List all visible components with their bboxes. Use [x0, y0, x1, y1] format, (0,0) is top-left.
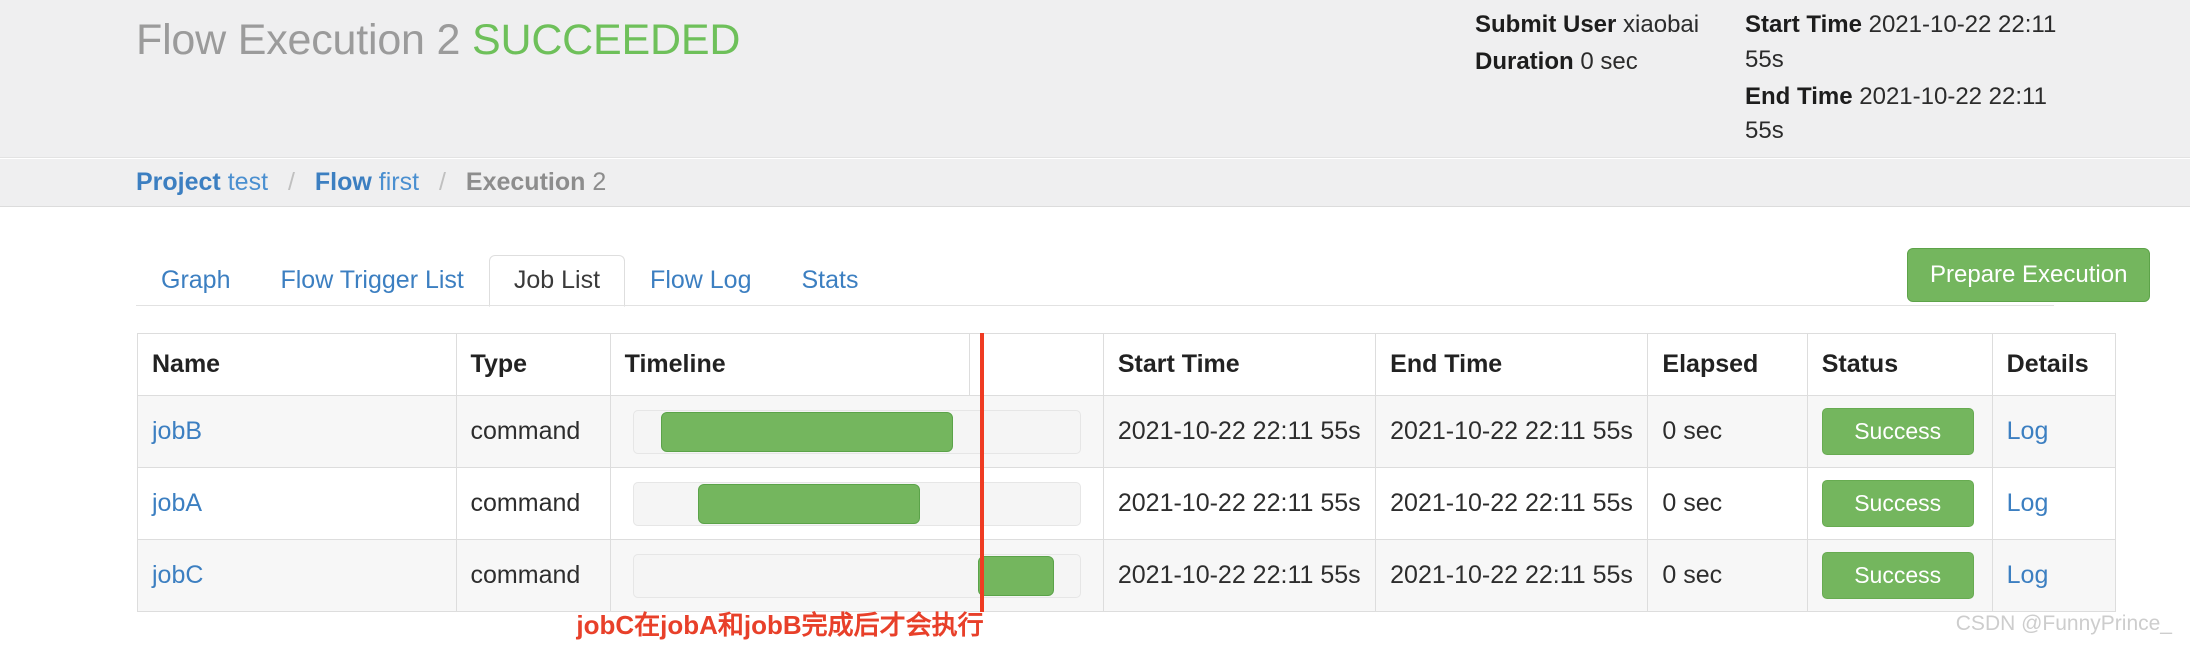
timeline-track — [632, 553, 1081, 598]
breadcrumb-execution-label: Execution — [465, 168, 586, 196]
cell-start-time: 2021-10-22 22:11 55s — [1102, 467, 1377, 540]
cell-job-name: jobC — [137, 539, 457, 612]
column-header-type[interactable]: Type — [455, 333, 611, 396]
column-header-timeline[interactable]: Timeline — [609, 333, 971, 396]
cell-details: Log — [1991, 395, 2117, 468]
breadcrumb-project-label: Project — [136, 168, 221, 196]
breadcrumb-separator-2: / — [439, 168, 446, 196]
end-time-label: End Time — [1745, 82, 1853, 110]
breadcrumb-flow-value: first — [378, 168, 420, 196]
column-header-start-time[interactable]: Start Time — [1102, 333, 1377, 396]
cell-timeline — [609, 467, 1104, 540]
column-header-name[interactable]: Name — [137, 333, 457, 396]
job-name-link[interactable]: jobC — [152, 561, 203, 589]
job-list-container: Name Type Timeline Start Time End Time E… — [137, 333, 2117, 612]
job-log-link[interactable]: Log — [2007, 489, 2049, 517]
timeline-bar[interactable] — [978, 555, 1054, 596]
status-badge: Success — [1821, 480, 1974, 527]
submit-user-label: Submit User — [1475, 11, 1617, 38]
submit-user-row: Submit User xiaobai — [1475, 8, 1745, 43]
breadcrumb-project-value: test — [227, 168, 269, 196]
cell-start-time: 2021-10-22 22:11 55s — [1102, 395, 1377, 468]
status-badge: Success — [1821, 408, 1974, 455]
tab-flow-trigger-list[interactable]: Flow Trigger List — [255, 255, 488, 307]
annotation-text: jobC在jobA和jobB完成后才会执行 — [576, 610, 984, 640]
breadcrumb-flow-label: Flow — [314, 168, 372, 196]
page-header: Flow Execution 2 SUCCEEDED Submit User x… — [0, 0, 2190, 158]
start-time-label: Start Time — [1745, 11, 1862, 38]
tab-stats[interactable]: Stats — [777, 255, 884, 307]
tab-graph[interactable]: Graph — [136, 255, 255, 307]
cell-elapsed: 0 sec — [1647, 467, 1808, 540]
cell-start-time: 2021-10-22 22:11 55s — [1102, 539, 1377, 612]
breadcrumb-item-flow[interactable]: Flow first — [315, 168, 419, 196]
cell-elapsed: 0 sec — [1647, 395, 1808, 468]
tab-bar-underline — [136, 305, 2054, 306]
duration-row: Duration 0 sec — [1475, 45, 1745, 80]
execution-meta: Submit User xiaobai Duration 0 sec Start… — [1475, 8, 2075, 151]
cell-end-time: 2021-10-22 22:11 55s — [1375, 539, 1649, 612]
page-title: Flow Execution 2 SUCCEEDED — [136, 16, 740, 65]
timeline-bar[interactable] — [660, 411, 954, 452]
cell-job-name: jobB — [137, 395, 457, 468]
cell-end-time: 2021-10-22 22:11 55s — [1375, 467, 1649, 540]
breadcrumb-execution-value: 2 — [592, 168, 607, 196]
tab-job-list[interactable]: Job List — [488, 255, 626, 307]
column-header-elapsed[interactable]: Elapsed — [1647, 333, 1808, 396]
cell-details: Log — [1991, 467, 2117, 540]
duration-value: 0 sec — [1580, 47, 1638, 75]
cell-job-type: command — [455, 467, 611, 540]
cell-timeline — [609, 395, 1104, 468]
job-name-link[interactable]: jobB — [152, 417, 202, 445]
page-title-status: SUCCEEDED — [472, 16, 741, 64]
column-header-spacer — [969, 333, 1104, 396]
tab-flow-log[interactable]: Flow Log — [625, 255, 776, 307]
breadcrumb-bar: Project test / Flow first / Execution 2 — [0, 159, 2190, 207]
table-row: jobA command 2021-10-22 22:11 55s 2021-10-2… — [137, 467, 2117, 540]
timeline-track — [632, 409, 1081, 454]
page-title-execution-number: 2 — [436, 16, 461, 64]
job-list-head: Name Type Timeline Start Time End Time E… — [137, 333, 2117, 396]
job-log-link[interactable]: Log — [2007, 561, 2049, 589]
cell-end-time: 2021-10-22 22:11 55s — [1375, 395, 1649, 468]
cell-job-name: jobA — [137, 467, 457, 540]
cell-elapsed: 0 sec — [1647, 539, 1808, 612]
timeline-bar[interactable] — [697, 483, 920, 524]
timeline-track — [632, 481, 1081, 526]
cell-timeline — [609, 539, 1104, 612]
table-row: jobC command 2021-10-22 22:11 55s 2021-10-2… — [137, 539, 2117, 612]
status-badge: Success — [1821, 552, 1974, 599]
execution-meta-left: Submit User xiaobai Duration 0 sec — [1475, 8, 1745, 151]
job-log-link[interactable]: Log — [2007, 417, 2049, 445]
cell-job-type: command — [455, 539, 611, 612]
page-title-prefix: Flow Execution — [136, 16, 425, 64]
end-time-row: End Time 2021-10-22 22:11 55s — [1745, 80, 2075, 150]
job-list-body: jobB command 2021-10-22 22:11 55s 2021-10-2… — [137, 395, 2117, 612]
cell-status: Success — [1806, 539, 1993, 612]
submit-user-value: xiaobai — [1623, 11, 1700, 38]
start-time-row: Start Time 2021-10-22 22:11 55s — [1745, 8, 2075, 78]
tab-bar: Graph Flow Trigger List Job List Flow Log St… — [136, 250, 884, 307]
cell-details: Log — [1991, 539, 2117, 612]
table-row: jobB command 2021-10-22 22:11 55s 2021-10-2… — [137, 395, 2117, 468]
breadcrumb-separator-1: / — [287, 168, 295, 196]
column-header-status[interactable]: Status — [1806, 333, 1993, 396]
cell-job-type: command — [455, 395, 611, 468]
execution-meta-right: Start Time 2021-10-22 22:11 55s End Time… — [1745, 8, 2075, 151]
watermark: CSDN @FunnyPrince_ — [1955, 612, 2172, 635]
column-header-end-time[interactable]: End Time — [1375, 333, 1649, 396]
job-list-table: Name Type Timeline Start Time End Time E… — [137, 333, 2117, 612]
cell-status: Success — [1806, 395, 1993, 468]
flow-execution-page: Flow Execution 2 SUCCEEDED Submit User x… — [0, 0, 2190, 650]
job-name-link[interactable]: jobA — [152, 489, 202, 517]
breadcrumb: Project test / Flow first / Execution 2 — [136, 168, 606, 197]
column-header-details: Details — [1991, 333, 2117, 396]
breadcrumb-item-project[interactable]: Project test — [136, 168, 268, 196]
table-header-row: Name Type Timeline Start Time End Time E… — [137, 333, 2117, 396]
breadcrumb-item-execution: Execution 2 — [466, 168, 606, 196]
prepare-execution-button[interactable]: Prepare Execution — [1907, 248, 2151, 302]
cell-status: Success — [1806, 467, 1993, 540]
duration-label: Duration — [1475, 47, 1574, 75]
